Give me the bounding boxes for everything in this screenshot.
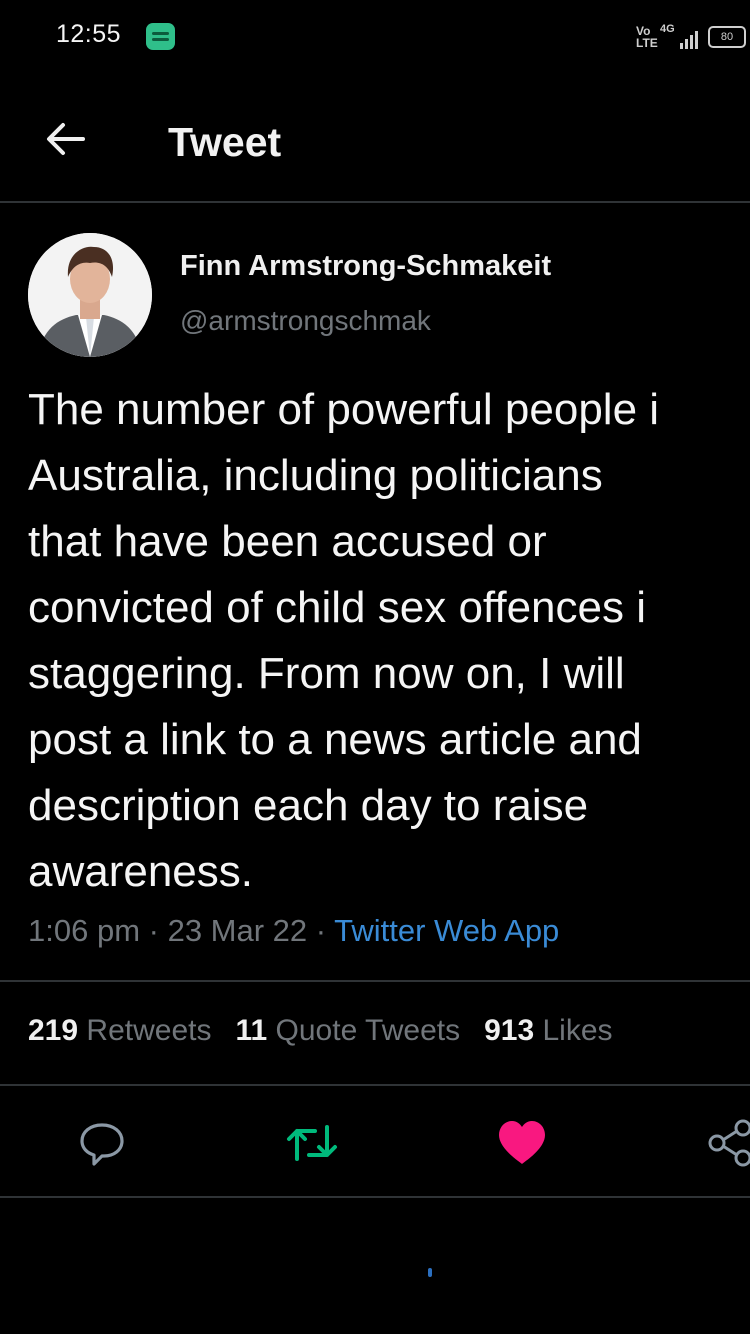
engagement-stats: 219 Retweets 11 Quote Tweets 913 Likes [28, 1014, 613, 1048]
volte-indicator: Vo LTE [636, 24, 658, 50]
scroll-indicator [428, 1268, 432, 1277]
share-button[interactable] [700, 1113, 750, 1173]
likes-stat[interactable]: 913 Likes [484, 1014, 612, 1047]
quote-tweets-count: 11 [235, 1014, 268, 1047]
tweet-text-line: awareness. [28, 847, 254, 896]
message-notification-icon [146, 23, 175, 50]
avatar[interactable] [28, 233, 152, 357]
retweets-stat[interactable]: 219 Retweets [28, 1014, 211, 1047]
author-handle[interactable]: @armstrongschmak [180, 305, 431, 337]
retweet-button[interactable] [282, 1113, 342, 1173]
tweet-source-link[interactable]: Twitter Web App [334, 913, 559, 948]
quote-tweets-stat[interactable]: 11 Quote Tweets [235, 1014, 460, 1047]
tweet-actions [0, 1095, 750, 1195]
tweet-detail-screen: 12:55 Vo LTE 4G 80 Tweet Finn Armstrong-… [0, 0, 750, 1334]
actions-divider [0, 1196, 750, 1198]
reply-button[interactable] [72, 1113, 132, 1173]
likes-count: 913 [484, 1014, 535, 1047]
top-app-bar: Tweet [0, 95, 750, 201]
profile-photo-icon [28, 233, 152, 357]
heart-icon [499, 1121, 545, 1164]
stats-divider [0, 1084, 750, 1086]
like-button[interactable] [492, 1113, 552, 1173]
tweet-text-line: convicted of child sex offences i [28, 583, 646, 632]
meta-divider [0, 980, 750, 982]
tweet-time: 1:06 pm [28, 913, 141, 948]
page-title: Tweet [168, 119, 282, 165]
retweets-label: Retweets [86, 1014, 212, 1047]
status-indicators: Vo LTE 4G 80 [636, 22, 750, 52]
back-arrow-icon [47, 123, 85, 155]
signal-icon: 4G [660, 23, 698, 51]
network-type: 4G [660, 23, 675, 35]
back-button[interactable] [40, 117, 90, 161]
quote-tweets-label: Quote Tweets [275, 1014, 461, 1047]
tweet-meta: 1:06 pm · 23 Mar 22 · Twitter Web App [28, 913, 559, 949]
status-bar: 12:55 Vo LTE 4G 80 [0, 0, 750, 76]
share-icon [708, 1119, 750, 1167]
meta-separator: · [307, 913, 335, 948]
author-name[interactable]: Finn Armstrong-Schmakeit [180, 250, 551, 283]
likes-label: Likes [542, 1014, 613, 1047]
battery-icon: 80 [708, 26, 746, 48]
retweet-icon [287, 1125, 337, 1161]
tweet-text-line: post a link to a news article and [28, 715, 642, 764]
meta-separator: · [140, 913, 168, 948]
tweet-text-line: that have been accused or [28, 517, 547, 566]
reply-icon [80, 1123, 124, 1166]
tweet-text-line: Australia, including politicians [28, 451, 603, 500]
tweet-text-line: description each day to raise [28, 781, 589, 830]
tweet-text-line: The number of powerful people i [28, 385, 660, 434]
tweet-text-line: staggering. From now on, I will [28, 649, 625, 698]
retweets-count: 219 [28, 1014, 79, 1047]
tweet-date[interactable]: 23 Mar 22 [168, 913, 308, 948]
status-time: 12:55 [56, 20, 122, 48]
header-divider [0, 201, 750, 203]
tweet-text: The number of powerful people i Australi… [28, 377, 750, 905]
